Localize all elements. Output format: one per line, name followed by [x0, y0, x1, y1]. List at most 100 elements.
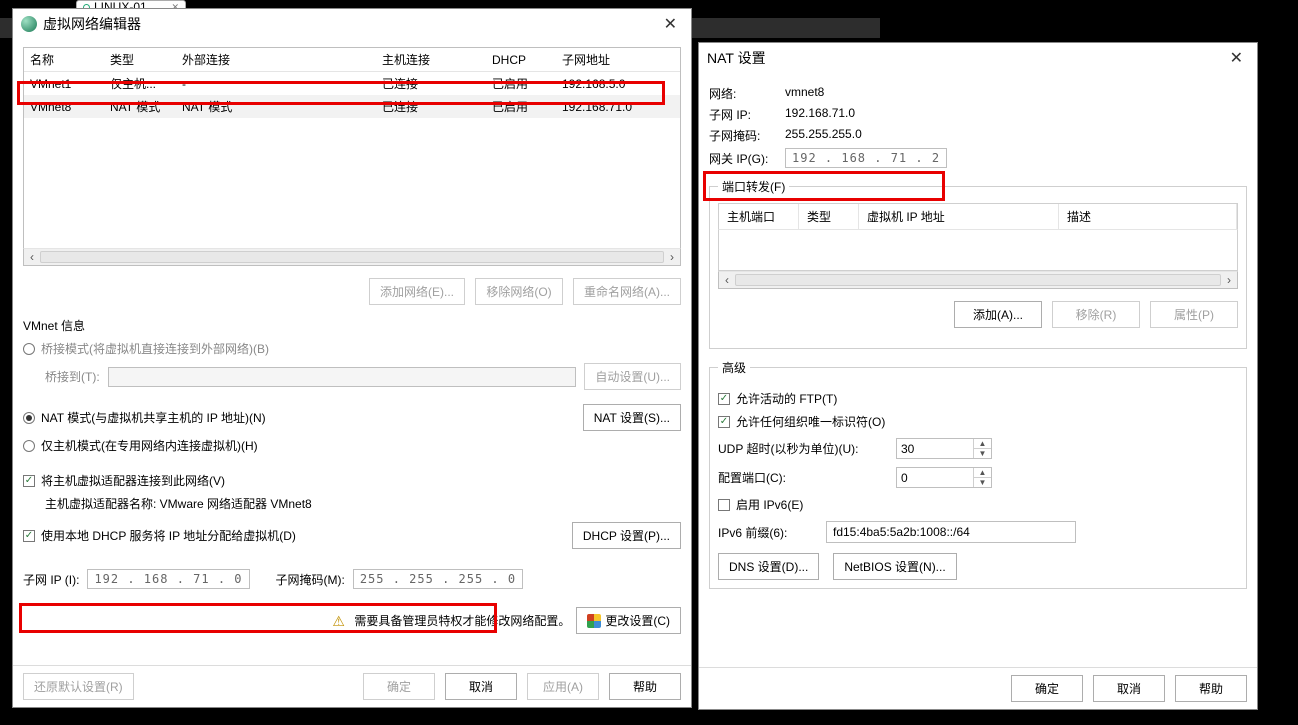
horizontal-scrollbar[interactable]: ‹ › [23, 248, 681, 266]
dhcp-check[interactable]: 使用本地 DHCP 服务将 IP 地址分配给虚拟机(D) DHCP 设置(P).… [23, 522, 681, 549]
help-button[interactable]: 帮助 [1175, 675, 1247, 702]
cancel-button[interactable]: 取消 [445, 673, 517, 700]
hostonly-mode-radio[interactable]: 仅主机模式(在专用网络内连接虚拟机)(H) [23, 437, 681, 454]
bridge-to-label: 桥接到(T): [45, 368, 100, 385]
close-icon[interactable]: ✕ [658, 12, 683, 36]
gateway-input[interactable]: 192 . 168 . 71 . 2 [785, 148, 947, 168]
rename-network-button[interactable]: 重命名网络(A)... [573, 278, 681, 305]
scroll-right-icon[interactable]: › [1221, 273, 1237, 287]
change-settings-button[interactable]: 更改设置(C) [576, 607, 681, 634]
udp-timeout-input[interactable] [897, 439, 973, 458]
admin-hint-label: 需要具备管理员特权才能修改网络配置。 [354, 612, 570, 629]
pf-col: 类型 [799, 204, 859, 229]
pf-col: 虚拟机 IP 地址 [859, 204, 1059, 229]
cell: VMnet8 [24, 95, 104, 118]
table-row[interactable]: VMnet1 仅主机... - 已连接 已启用 192.168.5.0 [24, 72, 680, 96]
oui-label: 允许任何组织唯一标识符(O) [736, 413, 885, 430]
scroll-left-icon[interactable]: ‹ [719, 273, 735, 287]
virtual-network-editor-window: 虚拟网络编辑器 ✕ 名称 类型 外部连接 主机连接 DHCP 子网地址 VMne… [12, 8, 692, 708]
config-port-spinner[interactable]: ▲▼ [896, 467, 992, 488]
app-icon [21, 16, 37, 32]
cell: 已连接 [376, 95, 486, 118]
spin-up-icon[interactable]: ▲ [973, 439, 991, 448]
add-network-button[interactable]: 添加网络(E)... [369, 278, 465, 305]
pf-add-button[interactable]: 添加(A)... [954, 301, 1042, 328]
network-table[interactable]: 名称 类型 外部连接 主机连接 DHCP 子网地址 VMnet1 仅主机... … [23, 47, 681, 248]
port-forward-list[interactable] [718, 229, 1238, 271]
subnet-mask-input[interactable]: 255 . 255 . 255 . 0 [353, 569, 523, 589]
dhcp-check-label: 使用本地 DHCP 服务将 IP 地址分配给虚拟机(D) [41, 527, 296, 544]
close-icon[interactable]: ✕ [1224, 46, 1249, 70]
spin-up-icon[interactable]: ▲ [973, 468, 991, 477]
auto-setting-button[interactable]: 自动设置(U)... [584, 363, 681, 390]
cell: NAT 模式 [176, 95, 376, 118]
col-dhcp: DHCP [486, 48, 556, 72]
remove-network-button[interactable]: 移除网络(O) [475, 278, 563, 305]
apply-button[interactable]: 应用(A) [527, 673, 599, 700]
ipv6-label: 启用 IPv6(E) [736, 496, 803, 513]
cell: 192.168.5.0 [556, 72, 680, 96]
scroll-track[interactable] [735, 274, 1221, 286]
udp-timeout-spinner[interactable]: ▲▼ [896, 438, 992, 459]
mask-value: 255.255.255.0 [785, 127, 862, 144]
ok-button[interactable]: 确定 [363, 673, 435, 700]
pf-props-button[interactable]: 属性(P) [1150, 301, 1238, 328]
radio-icon [23, 343, 35, 355]
window-titlebar: NAT 设置 ✕ [699, 43, 1257, 73]
cell: 仅主机... [104, 72, 176, 96]
vmnet-info-title: VMnet 信息 [23, 317, 681, 334]
check-icon [718, 416, 730, 428]
udp-label: UDP 超时(以秒为单位)(U): [718, 440, 888, 457]
connect-adapter-label: 将主机虚拟适配器连接到此网络(V) [41, 472, 225, 489]
nat-settings-button[interactable]: NAT 设置(S)... [583, 404, 681, 431]
cell: 已启用 [486, 72, 556, 96]
dhcp-settings-button[interactable]: DHCP 设置(P)... [572, 522, 681, 549]
restore-defaults-button[interactable]: 还原默认设置(R) [23, 673, 134, 700]
scroll-right-icon[interactable]: › [664, 250, 680, 264]
shield-icon [587, 614, 601, 628]
bridge-mode-label: 桥接模式(将虚拟机直接连接到外部网络)(B) [41, 340, 269, 357]
nat-mode-label: NAT 模式(与虚拟机共享主机的 IP 地址)(N) [41, 409, 266, 426]
scroll-track[interactable] [40, 251, 664, 263]
netbios-settings-button[interactable]: NetBIOS 设置(N)... [833, 553, 956, 580]
bridge-mode-radio[interactable]: 桥接模式(将虚拟机直接连接到外部网络)(B) [23, 340, 681, 357]
help-button[interactable]: 帮助 [609, 673, 681, 700]
adapter-name-label: 主机虚拟适配器名称: VMware 网络适配器 VMnet8 [45, 495, 681, 512]
window-title: NAT 设置 [707, 48, 766, 68]
check-icon [23, 530, 35, 542]
check-icon [718, 393, 730, 405]
scroll-left-icon[interactable]: ‹ [24, 250, 40, 264]
horizontal-scrollbar[interactable]: ‹ › [718, 271, 1238, 289]
ok-button[interactable]: 确定 [1011, 675, 1083, 702]
radio-icon [23, 412, 35, 424]
pf-remove-button[interactable]: 移除(R) [1052, 301, 1140, 328]
ipv6-check[interactable]: 启用 IPv6(E) [718, 496, 1238, 513]
config-port-input[interactable] [897, 468, 973, 487]
advanced-title: 高级 [718, 359, 750, 376]
table-row[interactable]: VMnet8 NAT 模式 NAT 模式 已连接 已启用 192.168.71.… [24, 95, 680, 118]
cell: NAT 模式 [104, 95, 176, 118]
sub-label: 子网 IP: [709, 106, 779, 123]
ftp-check[interactable]: 允许活动的 FTP(T) [718, 390, 1238, 407]
connect-adapter-check[interactable]: 将主机虚拟适配器连接到此网络(V) [23, 472, 681, 489]
spin-down-icon[interactable]: ▼ [973, 448, 991, 458]
col-ext: 外部连接 [176, 48, 376, 72]
ipv6-prefix-input[interactable]: fd15:4ba5:5a2b:1008::/64 [826, 521, 1076, 543]
oui-check[interactable]: 允许任何组织唯一标识符(O) [718, 413, 1238, 430]
spin-down-icon[interactable]: ▼ [973, 477, 991, 487]
window-title: 虚拟网络编辑器 [43, 14, 141, 34]
subnet-ip-label: 子网 IP (I): [23, 571, 79, 588]
sub-value: 192.168.71.0 [785, 106, 855, 123]
cancel-button[interactable]: 取消 [1093, 675, 1165, 702]
port-forward-title: 端口转发(F) [718, 178, 789, 195]
subnet-ip-input[interactable]: 192 . 168 . 71 . 0 [87, 569, 249, 589]
nat-mode-radio[interactable]: NAT 模式(与虚拟机共享主机的 IP 地址)(N) NAT 设置(S)... [23, 404, 681, 431]
net-label: 网络: [709, 85, 779, 102]
nat-settings-window: NAT 设置 ✕ 网络:vmnet8 子网 IP:192.168.71.0 子网… [698, 42, 1258, 710]
ftp-label: 允许活动的 FTP(T) [736, 390, 837, 407]
col-subnet: 子网地址 [556, 48, 680, 72]
dns-settings-button[interactable]: DNS 设置(D)... [718, 553, 819, 580]
prefix-label: IPv6 前缀(6): [718, 524, 818, 541]
hostonly-mode-label: 仅主机模式(在专用网络内连接虚拟机)(H) [41, 437, 258, 454]
bridge-to-select[interactable] [108, 367, 577, 387]
